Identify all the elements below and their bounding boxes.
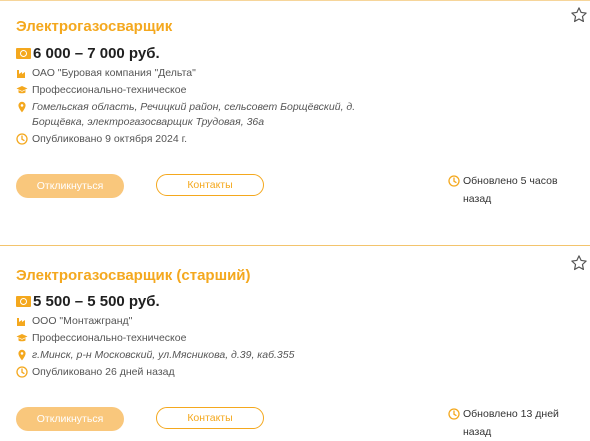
company-name[interactable]: ООО "Монтажгранд"	[32, 314, 132, 329]
education-row: Профессионально-техническое	[16, 83, 186, 98]
apply-button[interactable]: Откликнуться	[16, 174, 124, 198]
factory-icon	[17, 318, 25, 326]
clock-icon	[16, 133, 28, 145]
vacancy-card: Электрогазосварщик 6 000 – 7 000 руб. ОА…	[0, 0, 590, 232]
salary: 5 500 – 5 500 руб.	[33, 293, 160, 310]
published-row: Опубликовано 9 октября 2024 г.	[16, 132, 187, 147]
updated-info: Обновлено 5 часов назад	[448, 172, 583, 208]
company-row: ООО "Монтажгранд"	[16, 314, 132, 329]
vacancy-title[interactable]: Электрогазосварщик (старший)	[16, 267, 251, 284]
salary: 6 000 – 7 000 руб.	[33, 45, 160, 62]
money-icon	[16, 296, 31, 307]
star-icon[interactable]	[570, 254, 588, 272]
published-date: Опубликовано 26 дней назад	[32, 366, 175, 378]
money-icon	[16, 48, 31, 59]
salary-row: 6 000 – 7 000 руб.	[16, 45, 160, 62]
card-divider	[0, 245, 590, 246]
published-row: Опубликовано 26 дней назад	[16, 365, 175, 380]
company-row: ОАО "Буровая компания "Дельта"	[16, 66, 196, 81]
graduation-cap-icon	[16, 86, 28, 94]
address: Гомельская область, Речицкий район, сель…	[32, 101, 356, 128]
vacancy-card: Электрогазосварщик (старший) 5 500 – 5 5…	[0, 250, 590, 438]
education-level: Профессионально-техническое	[32, 332, 187, 344]
education-row: Профессионально-техническое	[16, 331, 186, 346]
contacts-button[interactable]: Контакты	[156, 407, 264, 429]
updated-text: Обновлено 5 часов назад	[463, 175, 558, 205]
card-top-border	[0, 0, 590, 1]
published-date: Опубликовано 9 октября 2024 г.	[32, 133, 188, 145]
factory-icon	[17, 70, 25, 78]
address-row: г.Минск, р-н Московский, ул.Мясникова, д…	[16, 348, 376, 363]
salary-row: 5 500 – 5 500 руб.	[16, 293, 160, 310]
company-name[interactable]: ОАО "Буровая компания "Дельта"	[32, 66, 196, 81]
location-pin-icon	[18, 349, 26, 361]
contacts-button[interactable]: Контакты	[156, 174, 264, 196]
graduation-cap-icon	[16, 334, 28, 342]
clock-icon	[448, 175, 460, 187]
location-pin-icon	[18, 101, 26, 113]
clock-icon	[448, 408, 460, 420]
vacancy-title[interactable]: Электрогазосварщик	[16, 18, 172, 35]
clock-icon	[16, 366, 28, 378]
address: г.Минск, р-н Московский, ул.Мясникова, д…	[32, 349, 295, 361]
apply-button[interactable]: Откликнуться	[16, 407, 124, 431]
star-icon[interactable]	[570, 6, 588, 24]
address-row: Гомельская область, Речицкий район, сель…	[16, 100, 376, 130]
education-level: Профессионально-техническое	[32, 84, 187, 96]
